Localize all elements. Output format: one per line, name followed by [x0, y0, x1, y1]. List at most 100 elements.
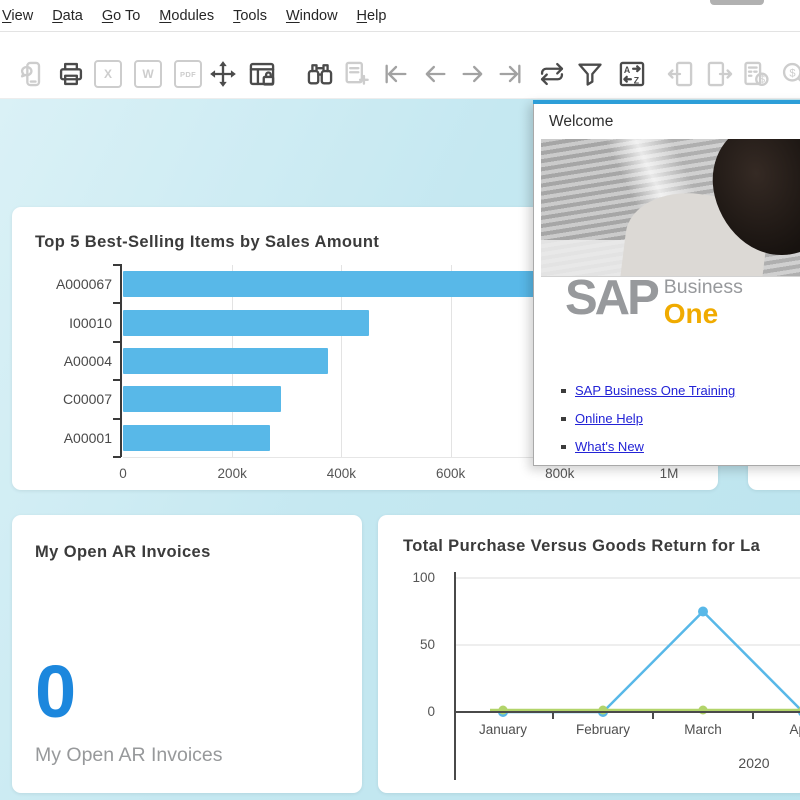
bullet-icon: [561, 417, 566, 421]
previous-record-icon-glyph: [421, 60, 449, 88]
menu-tools[interactable]: Tools: [233, 8, 267, 24]
document-arrow-left-icon[interactable]: [662, 58, 698, 90]
logo-one-text: One: [664, 300, 743, 328]
bar-category-label: A00004: [12, 353, 112, 369]
refresh-loop-icon-glyph: [538, 60, 566, 88]
document-plus-icon[interactable]: [338, 58, 374, 90]
menu-data[interactable]: Data: [52, 8, 83, 24]
popup-link-row: Online Help: [561, 411, 735, 426]
line-y-tick-label: 50: [378, 637, 435, 652]
bar-axis-tick: [113, 456, 121, 458]
phone-chat-icon[interactable]: [14, 58, 50, 90]
bar-x-tick-label: 400k: [327, 466, 356, 481]
bar-category-axis: [120, 264, 122, 457]
bar-axis-tick: [113, 418, 121, 420]
menu-help[interactable]: Help: [357, 8, 387, 24]
svg-text:$: $: [760, 75, 766, 86]
logo-business-text: Business: [664, 278, 743, 298]
binoculars-find-icon-glyph: [306, 60, 334, 88]
line-y-tick-label: 0: [378, 704, 435, 719]
export-excel-icon-glyph: X: [94, 60, 122, 88]
menu-window[interactable]: Window: [286, 8, 338, 24]
welcome-popup: Welcome SAP Business One SAP Business On…: [533, 100, 800, 466]
goods-return-point[interactable]: [499, 706, 508, 715]
bar-x-tick-label: 800k: [545, 466, 574, 481]
link-sap-business-one-training[interactable]: SAP Business One Training: [575, 383, 735, 398]
previous-record-icon[interactable]: [417, 58, 453, 90]
export-pdf-icon[interactable]: PDF: [170, 58, 206, 90]
bar-A000067[interactable]: [123, 271, 538, 297]
window-lock-icon[interactable]: [244, 58, 280, 90]
ar-invoices-count[interactable]: 0: [35, 655, 76, 729]
menu-view[interactable]: View: [2, 8, 33, 24]
welcome-photo: [541, 139, 800, 277]
total-purchase-line[interactable]: [503, 612, 800, 713]
document-arrow-right-icon-glyph: [706, 60, 734, 88]
bar-x-tick-label: 1M: [660, 466, 679, 481]
line-chart-year-label: 2020: [714, 755, 794, 771]
four-way-arrows-icon-glyph: [209, 60, 237, 88]
bar-category-label: I00010: [12, 315, 112, 331]
bar-x-tick-label: 200k: [218, 466, 247, 481]
bar-x-tick-label: 600k: [436, 466, 465, 481]
sort-az-icon[interactable]: AZ: [614, 58, 650, 90]
svg-text:$: $: [789, 67, 795, 79]
bar-x-tick-label: 0: [119, 466, 127, 481]
bar-axis-tick: [113, 264, 121, 266]
sort-az-icon-glyph: AZ: [618, 60, 646, 88]
link-what-s-new[interactable]: What's New: [575, 439, 644, 454]
line-y-tick-label: 100: [378, 570, 435, 585]
last-record-icon-glyph: [496, 60, 524, 88]
binoculars-find-icon[interactable]: [302, 58, 338, 90]
clipped-document-icon[interactable]: [0, 58, 2, 90]
toolbar: XW PDF AZ $ $: [0, 32, 800, 99]
line-month-label: January: [458, 722, 548, 737]
phone-chat-icon-glyph: [18, 60, 46, 88]
export-excel-icon[interactable]: X: [90, 58, 126, 90]
calculator-coin-icon[interactable]: $: [738, 58, 774, 90]
popup-link-row: SAP Business One Training: [561, 383, 735, 398]
document-plus-icon-glyph: [342, 60, 370, 88]
bar-I00010[interactable]: [123, 310, 369, 336]
refresh-loop-icon[interactable]: [534, 58, 570, 90]
purchase-vs-return-card: Total Purchase Versus Goods Return for L…: [378, 515, 800, 793]
filter-funnel-icon[interactable]: [572, 58, 608, 90]
bar-category-label: C00007: [12, 391, 112, 407]
bar-A00001[interactable]: [123, 425, 270, 451]
export-word-icon-glyph: W: [134, 60, 162, 88]
coin-magnifier-icon[interactable]: $: [776, 58, 800, 90]
menu-go-to[interactable]: Go To: [102, 8, 140, 24]
bar-axis-tick: [113, 302, 121, 304]
printer-icon[interactable]: [53, 58, 89, 90]
bar-C00007[interactable]: [123, 386, 281, 412]
next-record-icon[interactable]: [455, 58, 491, 90]
bar-A00004[interactable]: [123, 348, 328, 374]
goods-return-point[interactable]: [699, 706, 708, 715]
window-drag-handle[interactable]: [710, 0, 764, 5]
bar-baseline: [123, 457, 539, 458]
popup-title: Welcome: [549, 113, 613, 131]
sap-logo-text: SAP: [565, 278, 657, 320]
bar-chart-title: Top 5 Best-Selling Items by Sales Amount: [35, 233, 379, 252]
line-month-label: February: [558, 722, 648, 737]
goods-return-point[interactable]: [599, 706, 608, 715]
calculator-coin-icon-glyph: $: [742, 60, 770, 88]
menu-bar: View Data Go To Modules Tools Window Help: [0, 0, 800, 32]
total-purchase-point[interactable]: [698, 607, 708, 617]
document-arrow-left-icon-glyph: [666, 60, 694, 88]
document-arrow-right-icon[interactable]: [702, 58, 738, 90]
popup-accent-bar: [533, 100, 800, 104]
menu-modules[interactable]: Modules: [159, 8, 214, 24]
four-way-arrows-icon[interactable]: [205, 58, 241, 90]
last-record-icon[interactable]: [492, 58, 528, 90]
ar-card-title: My Open AR Invoices: [35, 543, 211, 562]
first-record-icon[interactable]: [378, 58, 414, 90]
first-record-icon-glyph: [382, 60, 410, 88]
ar-card-subtitle: My Open AR Invoices: [35, 744, 223, 767]
export-word-icon[interactable]: W: [130, 58, 166, 90]
link-online-help[interactable]: Online Help: [575, 411, 643, 426]
next-record-icon-glyph: [459, 60, 487, 88]
bullet-icon: [561, 389, 566, 393]
coin-magnifier-icon-glyph: $: [780, 60, 800, 88]
line-month-label: April: [758, 722, 800, 737]
